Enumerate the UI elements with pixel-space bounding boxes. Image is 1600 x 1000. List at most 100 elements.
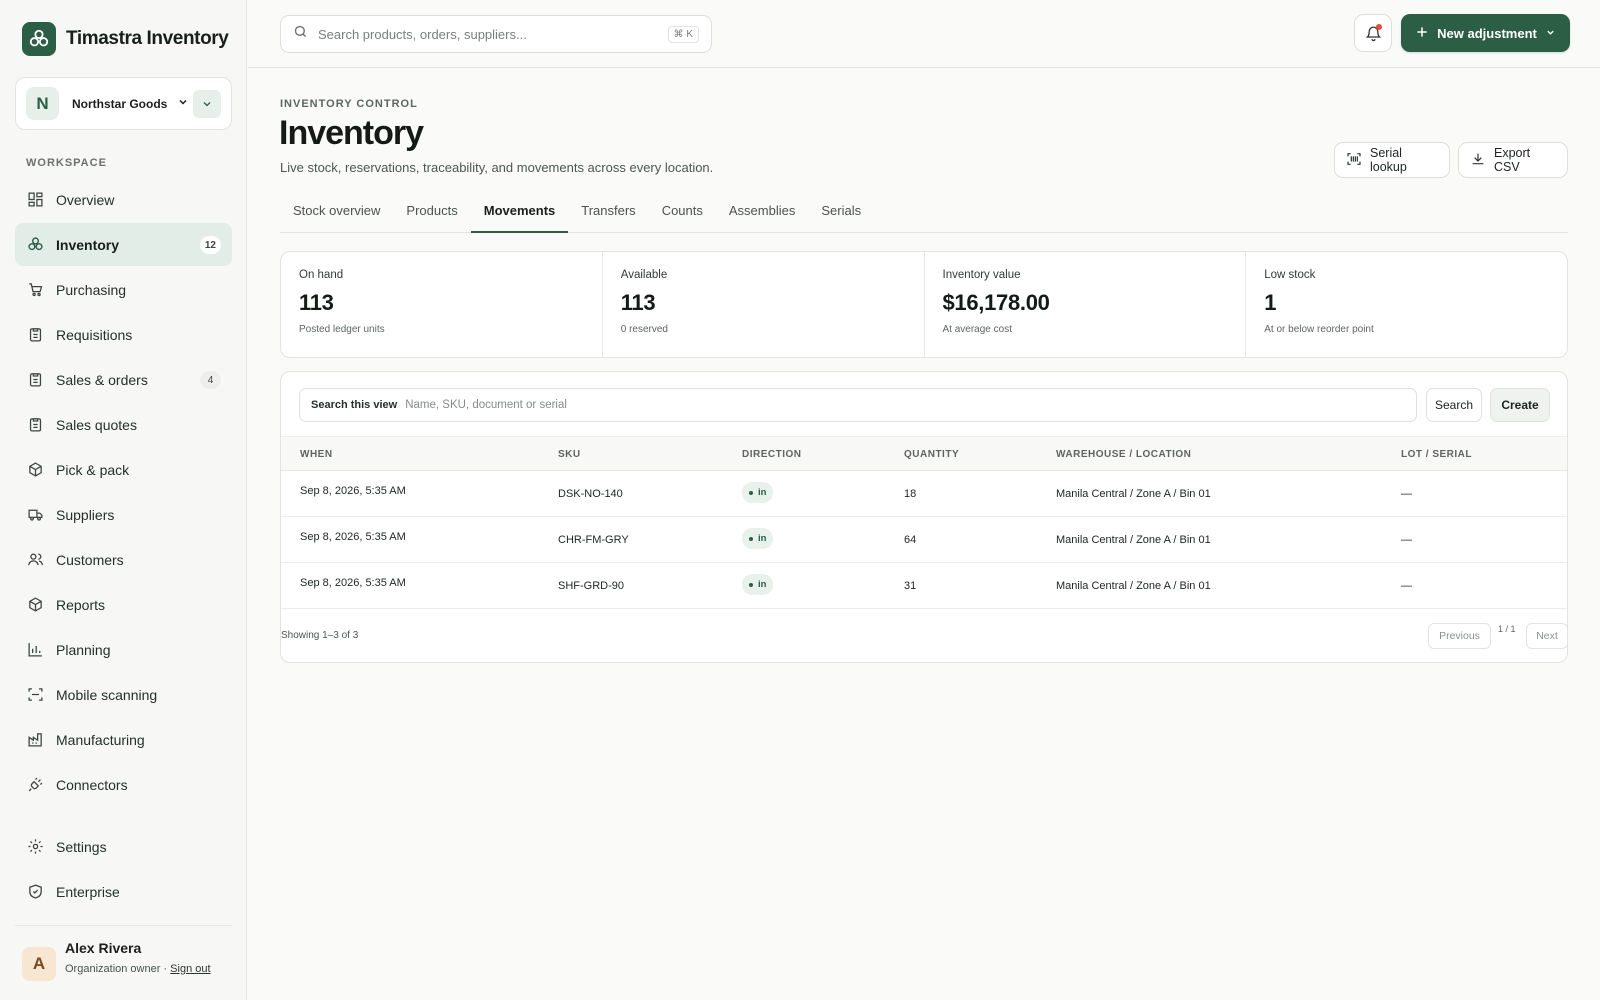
tab-assemblies[interactable]: Assemblies [716,194,808,233]
column-header[interactable]: WAREHOUSE / LOCATION [1056,449,1191,460]
chevron-down-icon [177,96,189,111]
global-search-input[interactable]: Search products, orders, suppliers... ⌘ … [280,15,712,53]
tab-stock-overview[interactable]: Stock overview [280,194,393,233]
sidebar-item-overview[interactable]: Overview [15,178,232,221]
sidebar-item-connectors[interactable]: Connectors [15,763,232,806]
sign-out-link[interactable]: Sign out [170,963,210,975]
shortcut-hint: ⌘ K [667,25,699,43]
direction-badge: in [742,528,774,549]
sidebar-item-enterprise[interactable]: Enterprise [15,870,232,913]
direction-badge: in [742,482,774,503]
sidebar-item-label: Reports [56,596,106,613]
tab-movements[interactable]: Movements [470,194,569,233]
sidebar-nav: Overview Inventory 12 Purchasing Requisi… [15,178,232,808]
brand[interactable]: Timastra Inventory [22,22,229,56]
sidebar-item-reports[interactable]: Reports [15,583,232,626]
direction-label: in [758,487,767,498]
stat-note: At or below reorder point [1264,324,1374,335]
sidebar-item-label: Requisitions [56,326,133,343]
stat-value: 113 [620,290,656,315]
tab-transfers[interactable]: Transfers [568,194,648,233]
sidebar-item-label: Manufacturing [56,731,145,748]
topbar: Search products, orders, suppliers... ⌘ … [248,0,1600,68]
export-csv-label: Export CSV [1494,146,1531,174]
sidebar-item-label: Pick & pack [56,461,130,478]
sidebar-item-label: Connectors [56,776,128,793]
org-name: Northstar Goods [72,96,168,111]
cell-quantity: 64 [904,534,917,546]
cell-sku: SHF-GRD-90 [558,580,625,592]
org-menu-button[interactable] [193,89,221,118]
stat-label: Inventory value [942,269,1021,281]
view-search-label: Search this view [311,399,398,411]
cell-when: Sep 8, 2026, 5:35 AM [300,531,406,543]
sidebar-item-sales-quotes[interactable]: Sales quotes [15,403,232,446]
page-eyebrow: INVENTORY CONTROL [280,98,418,110]
org-switcher[interactable]: N Northstar Goods [15,77,232,130]
notifications-button[interactable] [1354,14,1392,52]
sidebar-item-pick-pack[interactable]: Pick & pack [15,448,232,491]
column-header[interactable]: WHEN [300,449,333,460]
stat-note: Posted ledger units [299,324,385,335]
column-header[interactable]: LOT / SERIAL [1401,449,1472,460]
previous-page-button[interactable]: Previous [1428,623,1491,649]
tab-serials[interactable]: Serials [808,194,874,233]
export-csv-button[interactable]: Export CSV [1458,142,1568,178]
column-header[interactable]: DIRECTION [742,449,802,460]
cell-location: Manila Central / Zone A / Bin 01 [1056,534,1211,546]
serial-lookup-button[interactable]: Serial lookup [1334,142,1450,178]
sidebar-item-label: Sales quotes [56,416,137,433]
sidebar-item-suppliers[interactable]: Suppliers [15,493,232,536]
table-row[interactable]: Sep 8, 2026, 5:35 AM SHF-GRD-90 in 31 Ma… [281,563,1567,609]
next-page-button[interactable]: Next [1526,623,1567,649]
cell-sku: DSK-NO-140 [558,488,623,500]
sidebar-item-label: Sales & orders [56,371,148,388]
sidebar-item-sales-orders[interactable]: Sales & orders 4 [15,358,232,401]
new-adjustment-button[interactable]: New adjustment [1401,14,1570,52]
cell-lot-serial: — [1401,488,1412,500]
sidebar: Timastra Inventory N Northstar Goods WOR… [0,0,247,1000]
view-search-input[interactable]: Search this view Name, SKU, document or … [299,388,1417,422]
clipboard-icon [26,416,44,434]
new-adjustment-label: New adjustment [1437,25,1537,41]
cell-quantity: 31 [904,580,917,592]
package-icon [26,596,44,614]
status-dot [749,490,753,495]
cell-when: Sep 8, 2026, 5:35 AM [300,485,406,497]
sidebar-item-label: Inventory [56,236,120,253]
plug-icon [26,776,44,794]
sidebar-item-mobile-scanning[interactable]: Mobile scanning [15,673,232,716]
sidebar-item-customers[interactable]: Customers [15,538,232,581]
chevron-down-icon [1545,26,1556,41]
sidebar-item-label: Planning [56,641,111,658]
bar-chart-icon [26,641,44,659]
sidebar-item-label: Purchasing [56,281,127,298]
create-button[interactable]: Create [1490,388,1550,422]
sidebar-item-requisitions[interactable]: Requisitions [15,313,232,356]
truck-icon [26,506,44,524]
table-row[interactable]: Sep 8, 2026, 5:35 AM CHR-FM-GRY in 64 Ma… [281,517,1567,563]
cell-location: Manila Central / Zone A / Bin 01 [1056,488,1211,500]
sidebar-item-label: Overview [56,191,115,208]
stat-on-hand: On hand 113 Posted ledger units [281,252,603,357]
column-header[interactable]: SKU [558,449,581,460]
sidebar-item-settings[interactable]: Settings [15,825,232,868]
count-badge: 12 [199,236,221,254]
sidebar-item-planning[interactable]: Planning [15,628,232,671]
search-button[interactable]: Search [1426,388,1482,422]
sidebar-item-inventory[interactable]: Inventory 12 [15,223,232,266]
stat-note: 0 reserved [620,324,668,335]
sidebar-item-purchasing[interactable]: Purchasing [15,268,232,311]
cell-when: Sep 8, 2026, 5:35 AM [300,577,406,589]
tab-counts[interactable]: Counts [649,194,716,233]
notification-dot [1376,24,1382,30]
column-header[interactable]: QUANTITY [904,449,959,460]
sidebar-item-manufacturing[interactable]: Manufacturing [15,718,232,761]
tab-products[interactable]: Products [393,194,470,233]
avatar: A [22,947,56,981]
table-row[interactable]: Sep 8, 2026, 5:35 AM DSK-NO-140 in 18 Ma… [281,471,1567,517]
movements-panel: Search this view Name, SKU, document or … [280,371,1568,663]
status-dot [749,582,753,587]
sidebar-item-label: Customers [56,551,124,568]
direction-label: in [758,533,767,544]
